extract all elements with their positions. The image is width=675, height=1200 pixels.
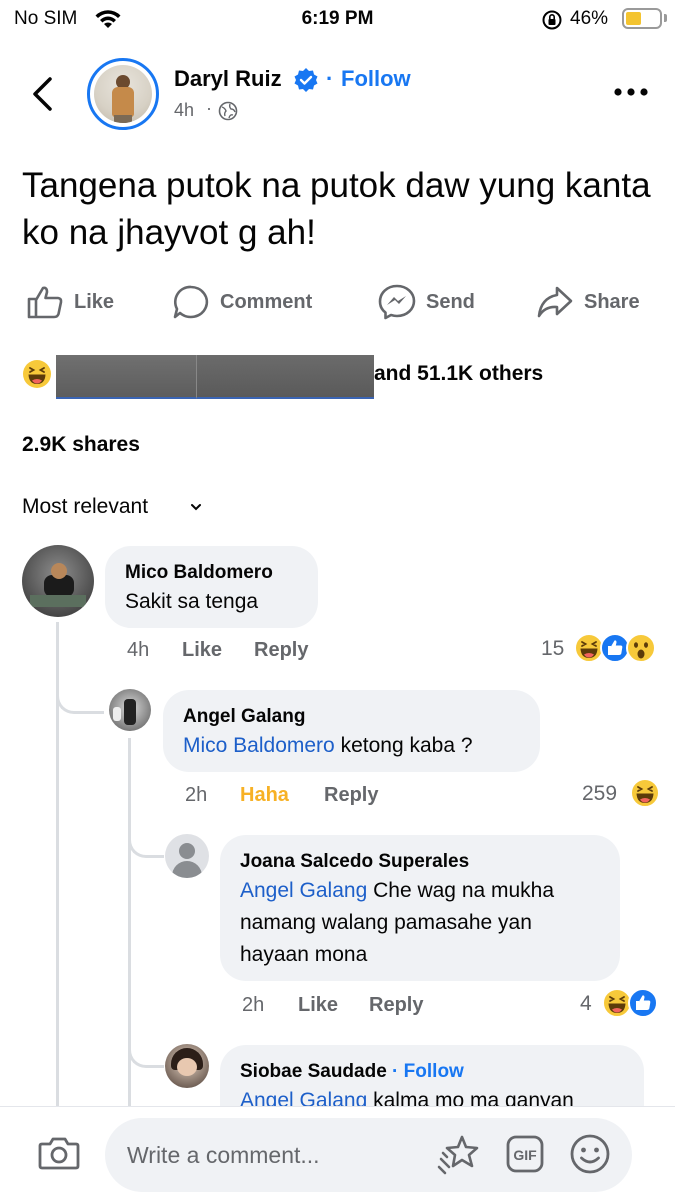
commenter-name[interactable]: Angel Galang — [183, 704, 520, 730]
comment-bubble: Mico Baldomero Sakit sa tenga — [105, 546, 318, 628]
share-button[interactable]: Share — [536, 282, 640, 322]
haha-reaction-icon — [630, 778, 660, 808]
author-name[interactable]: Daryl Ruiz — [174, 66, 282, 92]
comment-reply-button[interactable]: Reply — [254, 639, 308, 662]
comment-time: 4h — [127, 639, 150, 661]
emoji-icon[interactable] — [569, 1133, 611, 1175]
gif-icon[interactable]: GIF — [505, 1134, 545, 1174]
post-text: Tangena putok na putok daw yung kanta ko… — [22, 166, 651, 252]
wow-reaction-icon — [626, 633, 656, 663]
comment-icon — [173, 285, 209, 319]
reaction-count[interactable]: 259 — [582, 782, 617, 806]
comment-text: hayaan mona — [240, 943, 368, 966]
like-icon — [27, 286, 63, 319]
commenter-name[interactable]: Siobae Saudade — [240, 1061, 387, 1082]
comment-reply-button[interactable]: Reply — [324, 784, 378, 807]
mention-link[interactable]: Mico Baldomero — [183, 734, 335, 757]
comment-input[interactable] — [127, 1136, 427, 1174]
post-time: 4h — [174, 100, 195, 120]
comment-text: namang walang pamasahe yan — [240, 911, 532, 934]
comment-reply-button[interactable]: Reply — [369, 994, 423, 1017]
chevron-down-icon[interactable] — [189, 500, 203, 514]
comment-like-button[interactable]: Like — [298, 994, 338, 1017]
messenger-icon — [378, 284, 416, 320]
comment-haha-button[interactable]: Haha — [240, 784, 289, 807]
commenter-avatar[interactable] — [22, 545, 94, 617]
reaction-count[interactable]: 15 — [541, 637, 564, 661]
like-button[interactable]: Like — [26, 282, 114, 322]
mention-link[interactable]: Angel Galang — [240, 879, 367, 902]
camera-icon[interactable] — [38, 1134, 80, 1172]
redacted-name — [56, 355, 200, 399]
comment-text: Sakit sa tenga — [125, 590, 259, 613]
rotation-lock-icon — [542, 10, 562, 30]
reaction-count[interactable]: 4 — [580, 992, 592, 1016]
follow-link[interactable]: Follow — [404, 1061, 464, 1082]
status-bar: No SIM 6:19 PM 46% — [0, 0, 675, 40]
battery-icon — [622, 8, 662, 29]
sort-dropdown-label[interactable]: Most relevant — [22, 495, 148, 519]
back-chevron-icon[interactable] — [28, 74, 58, 114]
commenter-name[interactable]: Mico Baldomero — [125, 560, 298, 586]
comment-text: ketong kaba ? — [334, 734, 473, 757]
follow-link[interactable]: Follow — [341, 66, 411, 92]
commenter-avatar[interactable] — [165, 1044, 209, 1088]
share-icon — [537, 286, 573, 318]
comment-bubble: Joana Salcedo Superales Angel Galang Che… — [220, 835, 620, 981]
share-count[interactable]: 2.9K shares — [22, 433, 140, 457]
globe-icon — [218, 101, 238, 121]
comment-text: Che wag na mukha — [367, 879, 555, 902]
comment-time: 2h — [242, 994, 265, 1016]
comment-bubble: Angel Galang Mico Baldomero ketong kaba … — [163, 690, 540, 772]
comment-time: 2h — [185, 784, 208, 806]
avatar-sticker-icon[interactable] — [437, 1133, 483, 1175]
comment-button[interactable]: Comment — [172, 282, 312, 322]
send-button[interactable]: Send — [378, 282, 475, 322]
svg-text:GIF: GIF — [513, 1147, 537, 1163]
reaction-summary[interactable]: and 51.1K others — [374, 362, 543, 386]
haha-reaction-icon — [23, 360, 51, 388]
like-reaction-icon — [628, 988, 658, 1018]
battery-percent: 46% — [570, 8, 609, 29]
comment-input-container[interactable] — [105, 1118, 632, 1192]
commenter-avatar[interactable] — [109, 689, 151, 731]
author-avatar[interactable] — [87, 58, 159, 130]
more-options-icon[interactable] — [613, 84, 649, 100]
default-avatar[interactable] — [165, 834, 209, 878]
verified-badge-icon — [294, 68, 318, 92]
comment-reactions[interactable] — [630, 778, 660, 808]
commenter-name[interactable]: Joana Salcedo Superales — [240, 849, 600, 875]
comment-reactions[interactable] — [574, 633, 656, 663]
redacted-name — [196, 355, 374, 399]
comment-reactions[interactable] — [602, 988, 658, 1018]
comment-like-button[interactable]: Like — [182, 639, 222, 662]
